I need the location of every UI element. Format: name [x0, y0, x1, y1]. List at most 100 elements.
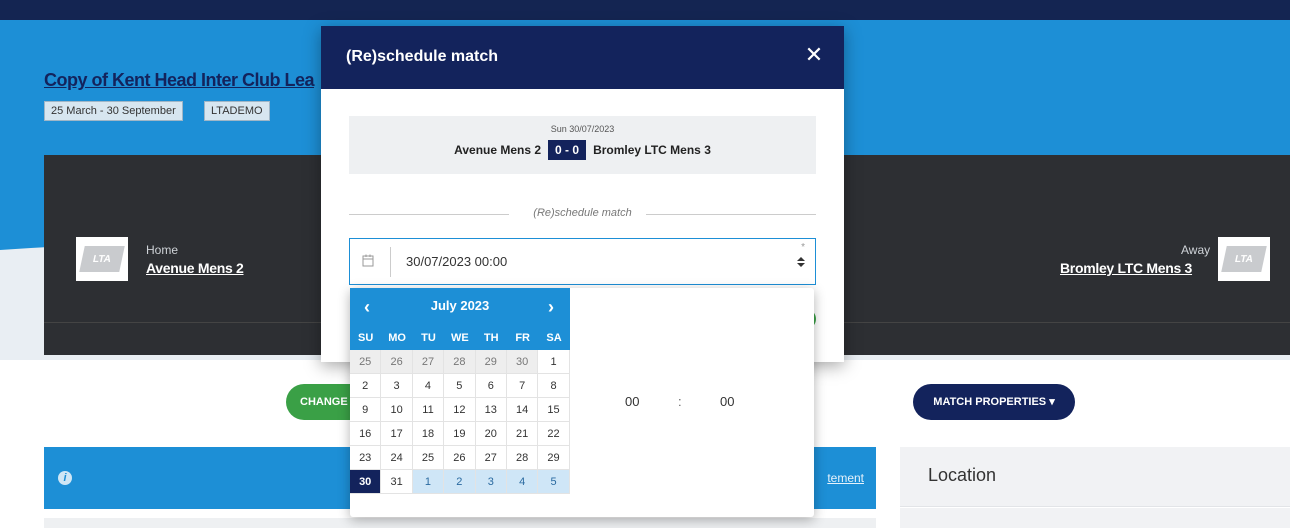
calendar-day[interactable]: 21 — [506, 422, 539, 446]
modal-header: (Re)schedule match ✕ — [321, 26, 844, 89]
calendar-day[interactable]: 10 — [381, 398, 413, 422]
calendar-week: 30 31 1 2 3 4 5 — [350, 470, 570, 494]
away-team-name: Bromley LTC Mens 3 — [593, 143, 711, 157]
calendar-day[interactable]: 3 — [381, 374, 413, 398]
calendar-day[interactable]: 28 — [506, 446, 539, 470]
match-summary: Sun 30/07/2023 Avenue Mens 2 0 - 0 Broml… — [349, 116, 816, 174]
organisation-chip: LTADEMO — [204, 101, 270, 121]
calendar-day[interactable]: 29 — [538, 446, 570, 470]
calendar-day[interactable]: 1 — [538, 350, 570, 374]
calendar-day-selected[interactable]: 30 — [350, 470, 382, 494]
calendar-day[interactable]: 3 — [475, 470, 507, 494]
calendar-day[interactable]: 24 — [381, 446, 413, 470]
home-team-name: Avenue Mens 2 — [454, 143, 542, 157]
calendar-day[interactable]: 8 — [538, 374, 570, 398]
calendar-week: 23 24 25 26 27 28 29 — [350, 446, 570, 470]
info-link[interactable]: tement — [827, 471, 864, 485]
location-card: Location — [900, 447, 1290, 507]
calendar-day[interactable]: 31 — [381, 470, 413, 494]
calendar-day[interactable]: 28 — [444, 350, 476, 374]
calendar-grid: 25 26 27 28 29 30 1 2 3 4 5 6 7 8 9 10 1… — [350, 350, 570, 494]
home-label: Home — [146, 243, 179, 257]
weekday-label: TU — [421, 332, 436, 344]
weekday-label: TH — [483, 332, 499, 344]
calendar-week: 25 26 27 28 29 30 1 — [350, 350, 570, 374]
home-team-logo: LTA — [76, 237, 128, 281]
calendar-day[interactable]: 29 — [475, 350, 507, 374]
calendar-day[interactable]: 26 — [444, 446, 476, 470]
calendar-day[interactable]: 9 — [350, 398, 382, 422]
calendar-day[interactable]: 5 — [444, 374, 476, 398]
calendar-day[interactable]: 2 — [350, 374, 382, 398]
weekday-label: SA — [546, 332, 562, 344]
calendar-day[interactable]: 30 — [506, 350, 539, 374]
calendar-header: ‹ July 2023 › SU MO TU WE TH FR SA — [350, 288, 570, 350]
calendar-week: 16 17 18 19 20 21 22 — [350, 422, 570, 446]
calendar-icon — [362, 254, 376, 268]
weekday-header: SU MO TU WE TH FR SA — [350, 326, 570, 350]
calendar-week: 2 3 4 5 6 7 8 — [350, 374, 570, 398]
away-label: Away — [1181, 243, 1211, 257]
calendar-day[interactable]: 4 — [506, 470, 539, 494]
calendar-day[interactable]: 1 — [412, 470, 445, 494]
chevron-left-icon[interactable]: ‹ — [356, 296, 378, 318]
separator-line-right — [646, 214, 816, 215]
close-icon[interactable]: ✕ — [802, 44, 826, 68]
calendar-day[interactable]: 5 — [538, 470, 570, 494]
date-time-field[interactable]: * — [349, 238, 816, 285]
score-badge: 0 - 0 — [548, 140, 587, 160]
calendar-day[interactable]: 15 — [538, 398, 570, 422]
calendar-day[interactable]: 17 — [381, 422, 413, 446]
calendar-day[interactable]: 27 — [475, 446, 507, 470]
match-line: Avenue Mens 2 0 - 0 Bromley LTC Mens 3 — [349, 140, 816, 160]
top-navbar — [0, 0, 1290, 20]
time-picker: 00 : 00 — [570, 288, 814, 517]
section-label: (Re)schedule match — [533, 207, 632, 219]
weekday-label: FR — [515, 332, 530, 344]
date-time-input[interactable] — [406, 254, 786, 269]
minute-value[interactable]: 00 — [720, 394, 734, 409]
match-date: Sun 30/07/2023 — [550, 124, 615, 134]
calendar-day[interactable]: 4 — [412, 374, 445, 398]
calendar-day[interactable]: 16 — [350, 422, 382, 446]
calendar-day[interactable]: 23 — [350, 446, 382, 470]
home-team-link[interactable]: Avenue Mens 2 — [146, 260, 244, 276]
input-divider — [390, 247, 391, 277]
date-time-picker: ‹ July 2023 › SU MO TU WE TH FR SA 25 26… — [350, 288, 814, 517]
calendar-day[interactable]: 7 — [506, 374, 539, 398]
away-team-logo: LTA — [1218, 237, 1270, 281]
calendar-day[interactable]: 12 — [444, 398, 476, 422]
calendar-day[interactable]: 13 — [475, 398, 507, 422]
calendar-day[interactable]: 25 — [412, 446, 445, 470]
calendar-day[interactable]: 14 — [506, 398, 539, 422]
match-properties-button[interactable]: MATCH PROPERTIES ▾ — [913, 384, 1075, 420]
calendar-day[interactable]: 26 — [381, 350, 413, 374]
calendar-day[interactable]: 22 — [538, 422, 570, 446]
weekday-label: WE — [451, 332, 469, 344]
content-strip — [44, 518, 876, 528]
time-separator: : — [678, 394, 682, 409]
competition-title[interactable]: Copy of Kent Head Inter Club Lea — [44, 70, 315, 91]
lta-logo-icon: LTA — [1221, 246, 1267, 272]
info-icon: i — [58, 471, 72, 485]
calendar-day[interactable]: 18 — [412, 422, 445, 446]
hour-value[interactable]: 00 — [625, 394, 639, 409]
calendar-day[interactable]: 27 — [412, 350, 445, 374]
calendar-day[interactable]: 19 — [444, 422, 476, 446]
date-range-chip: 25 March - 30 September — [44, 101, 183, 121]
calendar-day[interactable]: 11 — [412, 398, 445, 422]
calendar-week: 9 10 11 12 13 14 15 — [350, 398, 570, 422]
calendar-day[interactable]: 25 — [350, 350, 382, 374]
required-mark: * — [801, 242, 805, 253]
chevron-right-icon[interactable]: › — [540, 296, 562, 318]
weekday-label: SU — [358, 332, 374, 344]
lta-logo-icon: LTA — [79, 246, 125, 272]
calendar-day[interactable]: 20 — [475, 422, 507, 446]
away-team-link[interactable]: Bromley LTC Mens 3 — [1060, 260, 1192, 276]
calendar-day[interactable]: 2 — [444, 470, 476, 494]
section-separator: (Re)schedule match — [349, 206, 816, 222]
calendar-day[interactable]: 6 — [475, 374, 507, 398]
chevron-updown-icon[interactable] — [797, 257, 805, 269]
month-label[interactable]: July 2023 — [400, 298, 520, 313]
weekday-label: MO — [388, 332, 406, 344]
